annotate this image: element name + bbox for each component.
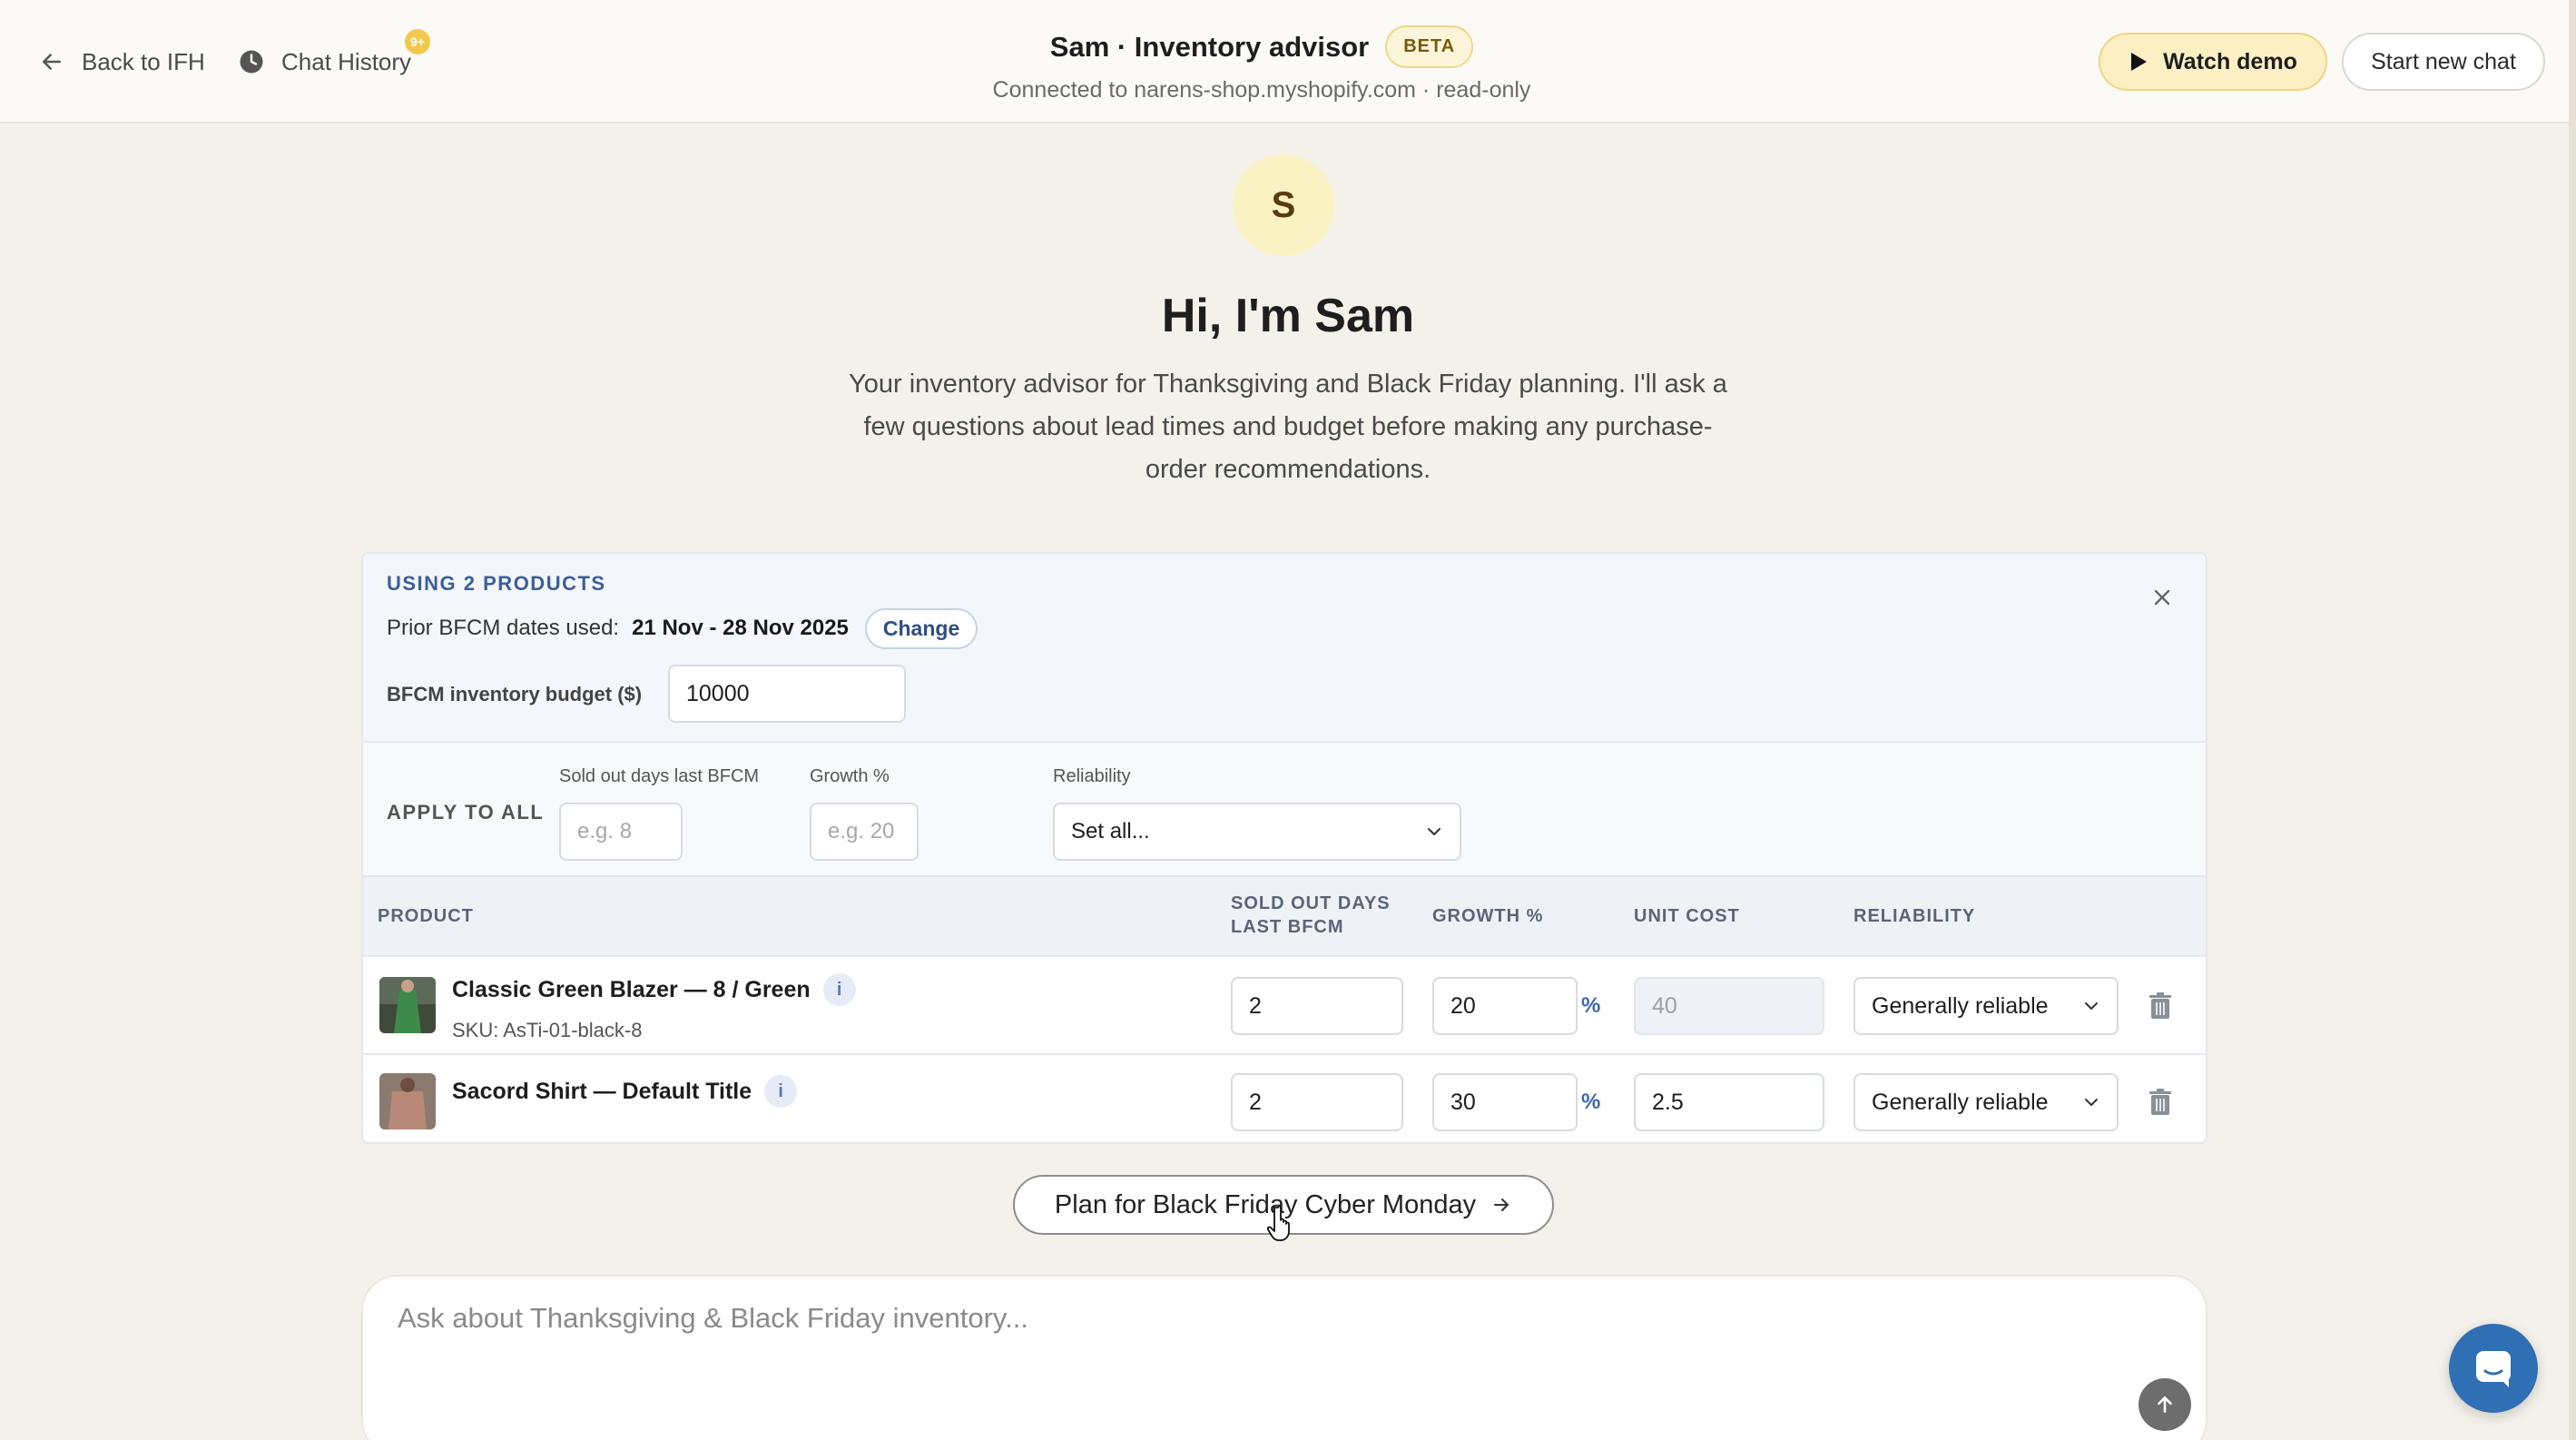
product-sku: SKU: AsTi-01-black-8 (452, 1019, 643, 1041)
back-label: Back to IFH (82, 47, 205, 75)
info-icon[interactable]: i (822, 973, 856, 1006)
hero-title: Hi, I'm Sam (1161, 290, 1415, 342)
products-count-heading: USING 2 PRODUCTS (387, 572, 606, 595)
chevron-down-icon (2085, 1002, 2098, 1010)
close-icon (2154, 589, 2170, 606)
avatar: S (1233, 154, 1334, 256)
connection-status: Connected to narens-shop.myshopify.com ·… (992, 77, 1531, 103)
reliability-value: Generally reliable (1872, 992, 2049, 1019)
sold-out-days-input[interactable]: 2 (1231, 1073, 1403, 1131)
reliability-value: Generally reliable (1872, 1089, 2049, 1115)
info-icon[interactable]: i (764, 1075, 798, 1108)
trash-icon[interactable] (2148, 1088, 2173, 1117)
hand-cursor-icon (1267, 1205, 1290, 1241)
watch-demo-label: Watch demo (2163, 48, 2297, 74)
unit-cost-field: 40 (1634, 977, 1824, 1035)
beta-badge: BETA (1385, 25, 1474, 68)
send-button[interactable] (2138, 1378, 2191, 1431)
support-chat-button[interactable] (2449, 1324, 2538, 1413)
apply-reliability-select[interactable]: Set all... (1053, 803, 1461, 861)
watch-demo-button[interactable]: Watch demo (2099, 33, 2327, 91)
col-sold-out: SOLD OUT DAYS LAST BFCM (1231, 892, 1391, 939)
growth-percent-sign: % (1581, 1090, 1601, 1114)
col-unit-cost: UNIT COST (1634, 906, 1740, 926)
product-name-text: Sacord Shirt — Default Title (452, 1078, 752, 1104)
sold-out-placeholder: e.g. 8 (577, 819, 633, 843)
growth-input[interactable]: 20 (1432, 977, 1578, 1035)
chat-history-link[interactable]: Chat History 9+ (238, 29, 430, 82)
chevron-down-icon (1428, 828, 1440, 835)
col-reliability: RELIABILITY (1853, 906, 1976, 926)
product-name: Classic Green Blazer — 8 / Green i (452, 973, 856, 1006)
chat-input-box[interactable]: Ask about Thanksgiving & Black Friday in… (361, 1275, 2207, 1440)
scrollbar-track[interactable] (2569, 0, 2576, 1440)
growth-placeholder: e.g. 20 (828, 819, 895, 843)
card-summary: USING 2 PRODUCTS Prior BFCM dates used: … (363, 554, 2206, 741)
back-to-ifh-link[interactable]: Back to IFH (38, 42, 205, 82)
product-thumbnail (379, 977, 436, 1033)
table-header: PRODUCT SOLD OUT DAYS LAST BFCM GROWTH %… (363, 875, 2206, 955)
growth-label: Growth % (810, 766, 890, 786)
page-title: Sam · Inventory advisor (1049, 30, 1370, 63)
start-new-chat-button[interactable]: Start new chat (2342, 33, 2545, 91)
reliability-select-value: Set all... (1071, 819, 1150, 843)
product-thumbnail (379, 1073, 436, 1129)
dates-value: 21 Nov - 28 Nov 2025 (632, 616, 849, 640)
dates-prefix: Prior BFCM dates used: (387, 616, 620, 640)
history-count-badge: 9+ (405, 29, 430, 54)
col-sold-out-line1: SOLD OUT DAYS (1231, 893, 1391, 913)
reliability-select[interactable]: Generally reliable (1853, 1073, 2119, 1131)
chat-bubble-icon (2476, 1351, 2511, 1387)
change-dates-button[interactable]: Change (864, 607, 978, 649)
col-sold-out-line2: LAST BFCM (1231, 917, 1344, 937)
product-name: Sacord Shirt — Default Title i (452, 1075, 798, 1108)
growth-input[interactable]: 30 (1432, 1073, 1578, 1131)
arrow-right-icon (1494, 1198, 1509, 1211)
trash-icon[interactable] (2148, 991, 2173, 1021)
col-growth: GROWTH % (1432, 906, 1544, 926)
table-row: Classic Green Blazer — 8 / Green i SKU: … (363, 955, 2206, 1053)
apply-to-all-label: APPLY TO ALL (387, 801, 545, 824)
reliability-label: Reliability (1053, 766, 1131, 786)
hero-description: Your inventory advisor for Thanksgiving … (849, 370, 1727, 484)
unit-cost-input[interactable]: 2.5 (1634, 1073, 1824, 1131)
budget-input[interactable]: 10000 (668, 665, 906, 723)
reliability-select[interactable]: Generally reliable (1853, 977, 2119, 1035)
col-product: PRODUCT (378, 906, 474, 926)
chat-input-placeholder: Ask about Thanksgiving & Black Friday in… (398, 1302, 1028, 1334)
header-center: Sam · Inventory advisor BETA Connected t… (908, 25, 1616, 104)
chat-history-label: Chat History (281, 47, 412, 75)
product-config-card: USING 2 PRODUCTS Prior BFCM dates used: … (361, 552, 2207, 1144)
chevron-down-icon (2085, 1099, 2098, 1106)
product-name-text: Classic Green Blazer — 8 / Green (452, 976, 811, 1002)
top-bar: Back to IFH Chat History 9+ Sam · Invent… (0, 0, 2576, 123)
play-icon (2131, 53, 2148, 71)
arrow-up-icon (2158, 1396, 2172, 1413)
sold-out-days-input[interactable]: 2 (1231, 977, 1403, 1035)
budget-label: BFCM inventory budget ($) (387, 683, 643, 705)
bfcm-dates-row: Prior BFCM dates used: 21 Nov - 28 Nov 2… (387, 607, 978, 650)
clock-icon (240, 50, 263, 74)
arrow-left-icon (43, 54, 61, 70)
apply-sold-out-input[interactable]: e.g. 8 (559, 803, 683, 861)
plan-bfcm-label: Plan for Black Friday Cyber Monday (1054, 1189, 1477, 1219)
sold-out-label: Sold out days last BFCM (559, 766, 760, 786)
apply-to-all-section: APPLY TO ALL Sold out days last BFCM e.g… (363, 741, 2206, 875)
growth-percent-sign: % (1581, 993, 1601, 1018)
table-row: Sacord Shirt — Default Title i 2 30 % 2.… (363, 1053, 2206, 1142)
apply-growth-input[interactable]: e.g. 20 (810, 803, 919, 861)
close-card-button[interactable] (2146, 581, 2178, 614)
